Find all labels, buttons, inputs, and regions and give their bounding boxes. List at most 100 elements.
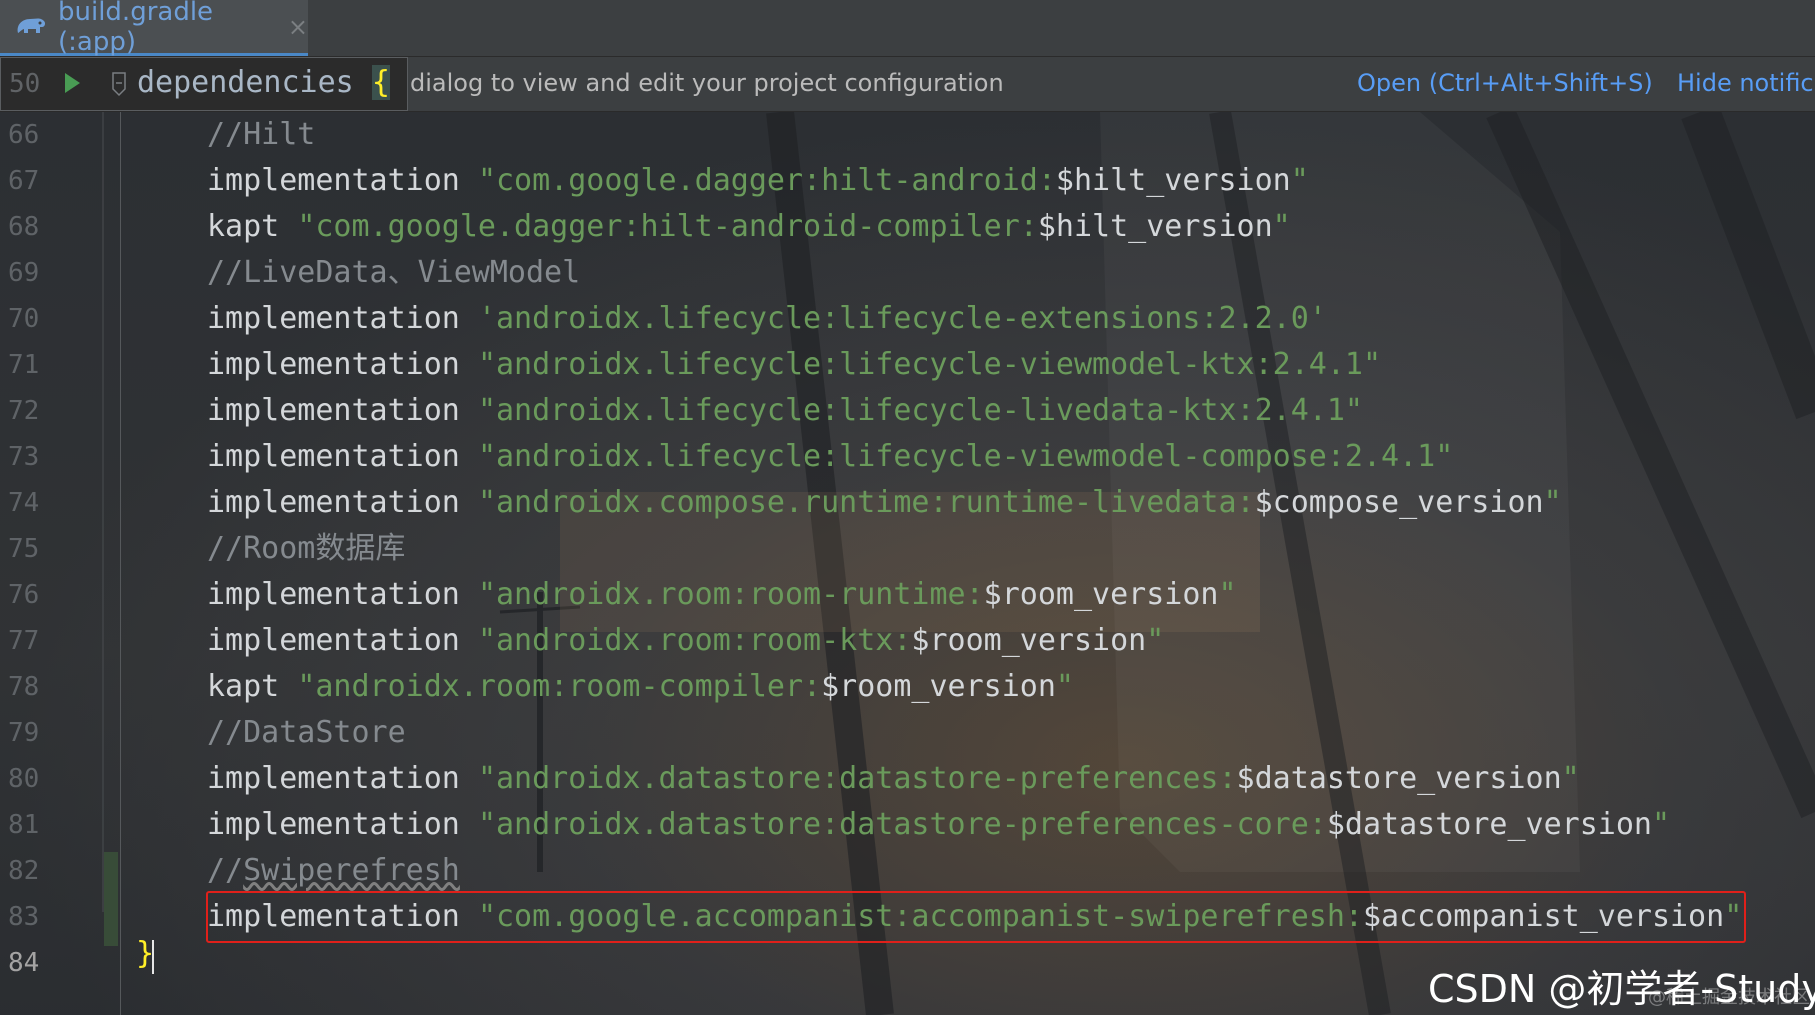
gradle-elephant-icon xyxy=(14,13,48,41)
code-token: //Room数据库 xyxy=(207,531,406,566)
code-line[interactable]: 66 //Hilt xyxy=(0,112,1815,158)
line-number: 73 xyxy=(8,442,40,472)
code-token: "androidx.datastore:datastore-preference… xyxy=(477,761,1237,796)
editor-tab-bar: build.gradle (:app) × xyxy=(0,0,1815,57)
code-token: "androidx.compose.runtime:runtime-liveda… xyxy=(477,485,1255,520)
code-text: implementation "com.google.dagger:hilt-a… xyxy=(207,158,1309,204)
sticky-scope-header[interactable]: 50 dependencies { xyxy=(0,57,408,111)
code-token: $compose_version xyxy=(1254,485,1544,520)
code-token: //LiveData、ViewModel xyxy=(207,255,581,290)
code-text: kapt "com.google.dagger:hilt-android-com… xyxy=(207,204,1291,250)
code-token: " xyxy=(1146,623,1165,658)
notification-text: dialog to view and edit your project con… xyxy=(410,69,1004,97)
code-token: "androidx.datastore:datastore-preference… xyxy=(477,807,1327,842)
code-token: "androidx.lifecycle:lifecycle-viewmodel-… xyxy=(477,347,1382,382)
code-line[interactable]: 77 implementation "androidx.room:room-ktx… xyxy=(0,618,1815,664)
code-text: //DataStore xyxy=(207,710,406,756)
code-editor[interactable]: 66 //Hilt 67 implementation "com.google.dag… xyxy=(0,112,1815,1015)
code-token: $room_version xyxy=(911,623,1147,658)
code-line[interactable]: 69 //LiveData、ViewModel xyxy=(0,250,1815,296)
code-text: implementation "androidx.datastore:datas… xyxy=(207,756,1580,802)
code-token: "androidx.lifecycle:lifecycle-viewmodel-… xyxy=(477,439,1454,474)
code-token: " xyxy=(1543,485,1562,520)
code-line[interactable]: 75 //Room数据库 xyxy=(0,526,1815,572)
hide-notification-link[interactable]: Hide notifica xyxy=(1677,69,1815,97)
code-text: implementation "androidx.lifecycle:lifec… xyxy=(207,434,1453,480)
line-number: 67 xyxy=(8,166,40,196)
code-token: "androidx.room:room-compiler: xyxy=(297,669,822,704)
line-number: 75 xyxy=(8,534,40,564)
code-text: implementation "androidx.datastore:datas… xyxy=(207,802,1670,848)
code-line[interactable]: 78 kapt "androidx.room:room-compiler:$roo… xyxy=(0,664,1815,710)
code-text: implementation "androidx.lifecycle:lifec… xyxy=(207,388,1363,434)
juejin-watermark: @稀土掘金技术社区 xyxy=(1648,987,1810,1008)
code-token: implementation xyxy=(207,807,478,842)
tab-label: build.gradle (:app) xyxy=(58,0,214,57)
code-token: " xyxy=(1290,163,1309,198)
code-text: //Swiperefresh xyxy=(207,848,460,894)
code-token: 'androidx.lifecycle:lifecycle-extensions… xyxy=(477,301,1327,336)
code-token: $datastore_version xyxy=(1326,807,1652,842)
code-token: $room_version xyxy=(821,669,1056,704)
code-token: " xyxy=(1561,761,1580,796)
code-line[interactable]: 73 implementation "androidx.lifecycle:lif… xyxy=(0,434,1815,480)
fold-icon[interactable] xyxy=(111,71,127,103)
tab-build-gradle-app[interactable]: build.gradle (:app) × xyxy=(0,0,308,57)
line-number: 83 xyxy=(8,902,40,932)
code-token: implementation xyxy=(207,761,478,796)
code-line[interactable]: 70 implementation 'androidx.lifecycle:lif… xyxy=(0,296,1815,342)
code-token: //Hilt xyxy=(207,117,316,152)
code-text: //Hilt xyxy=(207,112,315,158)
line-number: 76 xyxy=(8,580,40,610)
code-token: $datastore_version xyxy=(1236,761,1562,796)
code-line[interactable]: 80 implementation "androidx.datastore:dat… xyxy=(0,756,1815,802)
code-token: " xyxy=(1272,209,1291,244)
code-line[interactable]: 74 implementation "androidx.compose.runti… xyxy=(0,480,1815,526)
code-line[interactable]: 68 kapt "com.google.dagger:hilt-android-c… xyxy=(0,204,1815,250)
close-icon[interactable]: × xyxy=(288,13,308,41)
line-number: 71 xyxy=(8,350,40,380)
line-number: 78 xyxy=(8,672,40,702)
code-token: // xyxy=(207,853,244,888)
code-text: implementation "androidx.compose.runtime… xyxy=(207,480,1562,526)
code-line[interactable]: 81 implementation "androidx.datastore:dat… xyxy=(0,802,1815,848)
code-token: "androidx.room:room-ktx: xyxy=(477,623,912,658)
line-number: 74 xyxy=(8,488,40,518)
text-caret xyxy=(152,940,154,974)
code-line[interactable]: 82 //Swiperefresh xyxy=(0,848,1815,894)
open-brace: { xyxy=(371,65,390,100)
keyword-dependencies: dependencies xyxy=(137,65,372,100)
line-number: 80 xyxy=(8,764,40,794)
line-number: 77 xyxy=(8,626,40,656)
code-line[interactable]: 71 implementation "androidx.lifecycle:lif… xyxy=(0,342,1815,388)
code-token: kapt xyxy=(207,669,298,704)
run-gutter-icon[interactable] xyxy=(63,72,81,98)
sticky-code: dependencies { xyxy=(137,65,390,100)
line-number: 70 xyxy=(8,304,40,334)
code-line[interactable]: 76 implementation "androidx.room:room-run… xyxy=(0,572,1815,618)
line-number: 68 xyxy=(8,212,40,242)
code-line[interactable]: 67 implementation "com.google.dagger:hilt… xyxy=(0,158,1815,204)
code-line[interactable]: 72 implementation "androidx.lifecycle:lif… xyxy=(0,388,1815,434)
open-project-structure-link[interactable]: Open (Ctrl+Alt+Shift+S) xyxy=(1357,69,1653,97)
code-token: "androidx.lifecycle:lifecycle-livedata-k… xyxy=(477,393,1363,428)
code-text: //Room数据库 xyxy=(207,526,405,572)
code-line[interactable]: 79 //DataStore xyxy=(0,710,1815,756)
code-token: " xyxy=(1055,669,1074,704)
code-token: " xyxy=(1651,807,1671,842)
code-text: implementation 'androidx.lifecycle:lifec… xyxy=(207,296,1327,342)
code-text: implementation "androidx.room:room-runti… xyxy=(207,572,1237,618)
code-text: implementation "androidx.room:room-ktx:$… xyxy=(207,618,1164,664)
line-number: 72 xyxy=(8,396,40,426)
line-number: 79 xyxy=(8,718,40,748)
code-token: "com.google.dagger:hilt-android: xyxy=(477,163,1056,198)
line-number: 84 xyxy=(8,948,40,978)
code-token: "com.google.dagger:hilt-android-compiler… xyxy=(297,209,1038,244)
code-token: implementation xyxy=(207,577,478,612)
code-token: implementation xyxy=(207,393,478,428)
code-text: //LiveData、ViewModel xyxy=(207,250,580,296)
line-number: 82 xyxy=(8,856,40,886)
code-token: //DataStore xyxy=(207,715,406,750)
code-token: Swiperefresh xyxy=(243,853,460,888)
code-text: kapt "androidx.room:room-compiler:$room_… xyxy=(207,664,1074,710)
